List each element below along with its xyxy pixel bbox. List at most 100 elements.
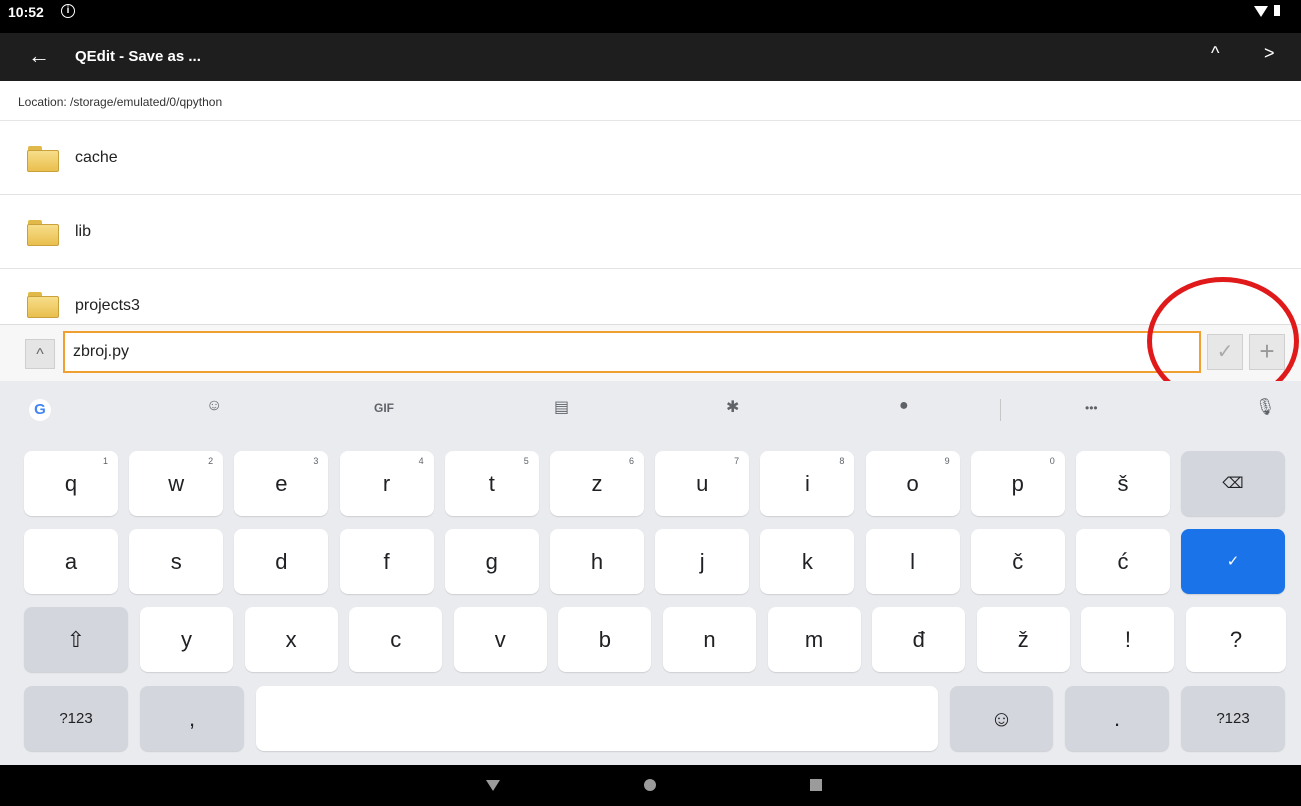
- symbols-key-right-label: ?123: [1216, 710, 1250, 727]
- key-n[interactable]: n: [663, 607, 756, 672]
- key-c[interactable]: c: [349, 607, 443, 672]
- key-z-hint: 6: [628, 456, 634, 466]
- key-e-hint: 3: [313, 456, 319, 466]
- key-a-label: a: [64, 549, 78, 574]
- gif-icon[interactable]: GIF: [374, 401, 394, 415]
- key-ž[interactable]: ž: [976, 607, 1070, 672]
- google-icon[interactable]: G: [29, 399, 51, 421]
- key-e[interactable]: e3: [234, 451, 329, 516]
- confirm-button[interactable]: ✓: [1207, 334, 1243, 370]
- key-š-label: š: [1117, 471, 1129, 496]
- navigation-bar: [0, 765, 1301, 806]
- microphone-icon[interactable]: 🎙: [1255, 397, 1275, 417]
- key-c-label: c: [390, 627, 402, 652]
- key-j-label: j: [699, 549, 705, 574]
- key-s[interactable]: s: [129, 529, 224, 594]
- list-item-projects3[interactable]: projects3: [0, 270, 1301, 324]
- space-key[interactable]: [256, 686, 938, 751]
- key-u[interactable]: u7: [655, 451, 750, 516]
- key-t-label: t: [488, 471, 495, 496]
- key-š[interactable]: š: [1076, 451, 1170, 516]
- key-f-label: f: [383, 549, 390, 574]
- key-question[interactable]: ?: [1186, 607, 1286, 672]
- key-q[interactable]: q1: [24, 451, 118, 516]
- key-đ-label: đ: [912, 627, 925, 652]
- key-h-label: h: [590, 549, 604, 574]
- key-k[interactable]: k: [760, 529, 855, 594]
- settings-gear-icon[interactable]: ✱: [726, 397, 739, 417]
- more-icon[interactable]: •••: [1085, 401, 1098, 415]
- key-exclamation[interactable]: !: [1081, 607, 1175, 672]
- emoji-key[interactable]: ☺: [950, 686, 1053, 751]
- period-key[interactable]: .: [1065, 686, 1169, 751]
- expand-up-button[interactable]: ^: [25, 339, 55, 369]
- key-w-hint: 2: [208, 456, 214, 466]
- wifi-icon: [1254, 6, 1268, 17]
- key-x-label: x: [285, 627, 297, 652]
- shift-key[interactable]: ⇧: [24, 607, 128, 672]
- symbols-key-left[interactable]: ?123: [24, 686, 128, 751]
- keyboard-toolbar: G ☺ GIF ▤ ✱ ● ••• 🎙: [0, 381, 1301, 437]
- list-item-lib[interactable]: lib: [0, 196, 1301, 269]
- app-bar: ← QEdit - Save as ... ^ >: [0, 33, 1301, 81]
- key-b[interactable]: b: [558, 607, 652, 672]
- key-y[interactable]: y: [140, 607, 233, 672]
- key-g[interactable]: g: [444, 529, 539, 594]
- toolbar-divider: [1000, 399, 1001, 421]
- key-i[interactable]: i8: [760, 451, 855, 516]
- palette-icon[interactable]: ●: [899, 397, 909, 415]
- enter-key[interactable]: ✓: [1181, 529, 1285, 594]
- location-bar: Location: /storage/emulated/0/qpython: [0, 81, 1301, 121]
- back-triangle-icon[interactable]: [486, 780, 500, 791]
- key-r[interactable]: r4: [339, 451, 434, 516]
- comma-key-label: ,: [188, 706, 196, 731]
- file-name: cache: [75, 149, 118, 166]
- key-č-label: č: [1012, 549, 1024, 574]
- key-f[interactable]: f: [339, 529, 434, 594]
- enter-key-label: ✓: [1226, 553, 1240, 570]
- key-z[interactable]: z6: [550, 451, 644, 516]
- symbols-key-right[interactable]: ?123: [1181, 686, 1285, 751]
- key-p[interactable]: p0: [970, 451, 1065, 516]
- key-d[interactable]: d: [234, 529, 329, 594]
- recent-square-icon[interactable]: [810, 779, 822, 791]
- key-x[interactable]: x: [244, 607, 338, 672]
- key-ć[interactable]: ć: [1076, 529, 1170, 594]
- key-č[interactable]: č: [970, 529, 1065, 594]
- key-exclamation-label: !: [1124, 627, 1131, 652]
- back-arrow-icon[interactable]: ←: [28, 43, 50, 69]
- key-l[interactable]: l: [865, 529, 960, 594]
- folder-icon: [27, 292, 59, 318]
- add-button[interactable]: +: [1249, 334, 1285, 370]
- chevron-right-icon[interactable]: >: [1264, 43, 1275, 64]
- key-j[interactable]: j: [655, 529, 750, 594]
- backspace-key[interactable]: ⌫: [1181, 451, 1285, 516]
- key-đ[interactable]: đ: [872, 607, 966, 672]
- location-path: Location: /storage/emulated/0/qpython: [18, 95, 223, 109]
- key-t-hint: 5: [523, 456, 529, 466]
- period-key-label: .: [1113, 706, 1121, 731]
- chevron-up-icon[interactable]: ^: [1211, 43, 1219, 64]
- key-t[interactable]: t5: [444, 451, 539, 516]
- key-i-hint: 8: [839, 456, 845, 466]
- key-a[interactable]: a: [24, 529, 118, 594]
- key-o[interactable]: o9: [865, 451, 960, 516]
- key-m-label: m: [804, 627, 824, 652]
- comma-key[interactable]: ,: [140, 686, 244, 751]
- key-v[interactable]: v: [453, 607, 547, 672]
- clipboard-icon[interactable]: ▤: [554, 397, 569, 417]
- symbols-key-left-label: ?123: [59, 710, 93, 727]
- key-q-label: q: [64, 471, 78, 496]
- key-y-label: y: [181, 627, 192, 652]
- home-circle-icon[interactable]: [644, 779, 656, 791]
- key-r-hint: 4: [418, 456, 424, 466]
- sticker-icon[interactable]: ☺: [206, 397, 222, 415]
- key-m[interactable]: m: [767, 607, 861, 672]
- filename-input[interactable]: [63, 331, 1201, 373]
- list-item-cache[interactable]: cache: [0, 122, 1301, 195]
- key-w[interactable]: w2: [129, 451, 224, 516]
- key-ž-label: ž: [1017, 627, 1029, 652]
- info-icon: i: [61, 4, 75, 18]
- key-n-label: n: [703, 627, 716, 652]
- key-h[interactable]: h: [550, 529, 644, 594]
